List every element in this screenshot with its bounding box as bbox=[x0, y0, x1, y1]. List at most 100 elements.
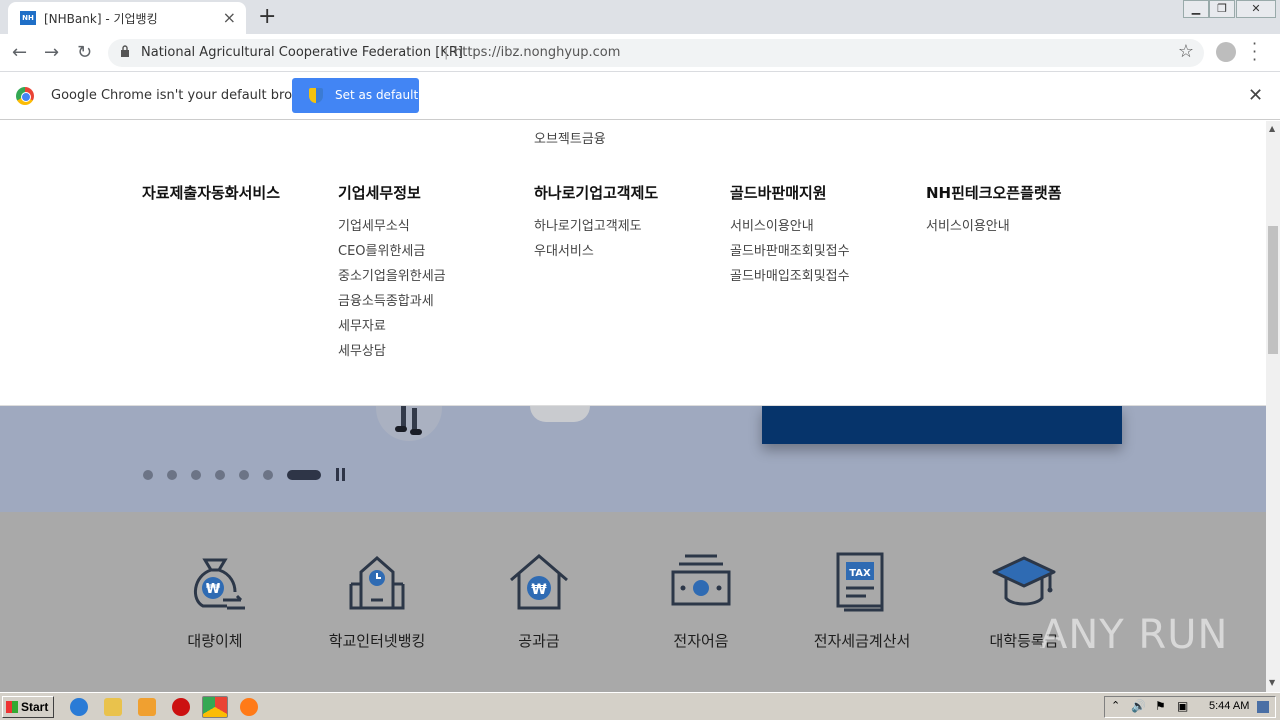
hero-banner bbox=[0, 406, 1266, 512]
svg-text:₩: ₩ bbox=[206, 582, 221, 597]
minimize-window-button[interactable]: ▁ bbox=[1183, 0, 1209, 18]
svg-text:TAX: TAX bbox=[849, 568, 871, 579]
page-content: ₩ 대량이체 학교인터넷뱅킹 ₩ 공과금 전자어음 TAX 전자세금계산서 대학… bbox=[0, 121, 1266, 692]
forward-icon[interactable]: → bbox=[44, 42, 59, 63]
chrome-logo-icon bbox=[16, 87, 34, 105]
menu-item[interactable]: 골드바매입조회및접수 bbox=[730, 265, 850, 284]
house-won-icon: ₩ bbox=[510, 554, 568, 610]
media-player-icon[interactable] bbox=[138, 698, 156, 716]
tax-document-icon: TAX bbox=[836, 552, 884, 612]
url-text[interactable]: https://ibz.nonghyup.com bbox=[454, 45, 620, 60]
illustration-object bbox=[530, 406, 590, 422]
service-label: 대량이체 bbox=[187, 632, 243, 650]
menu-item-object-finance[interactable]: 오브젝트금융 bbox=[534, 128, 606, 147]
service-utility-bills[interactable]: ₩ 공과금 bbox=[459, 512, 619, 692]
ie-icon[interactable] bbox=[70, 698, 88, 716]
set-as-default-button[interactable]: Set as default bbox=[292, 78, 419, 113]
carousel-dot[interactable] bbox=[167, 470, 177, 480]
chrome-menu-icon[interactable]: · · · bbox=[1252, 36, 1257, 68]
tab-close-icon[interactable]: × bbox=[223, 8, 236, 27]
security-org-label: National Agricultural Cooperative Federa… bbox=[141, 45, 463, 60]
carousel-dot[interactable] bbox=[263, 470, 273, 480]
service-bulk-transfer[interactable]: ₩ 대량이체 bbox=[135, 512, 295, 692]
show-desktop-icon[interactable] bbox=[1257, 701, 1269, 713]
service-e-tax-invoice[interactable]: TAX 전자세금계산서 bbox=[782, 512, 942, 692]
service-electronic-note[interactable]: 전자어음 bbox=[621, 512, 781, 692]
quick-services: ₩ 대량이체 학교인터넷뱅킹 ₩ 공과금 전자어음 TAX 전자세금계산서 대학… bbox=[0, 512, 1266, 692]
anyrun-watermark: ANY RUN bbox=[1040, 612, 1229, 658]
carousel-dot[interactable] bbox=[143, 470, 153, 480]
profile-avatar-icon[interactable] bbox=[1216, 42, 1236, 62]
chrome-taskbar-icon[interactable] bbox=[202, 696, 228, 718]
tab-title: [NHBank] - 기업뱅킹 bbox=[44, 12, 158, 26]
menu-item[interactable]: 골드바판매조회및접수 bbox=[730, 240, 850, 259]
graduation-cap-icon bbox=[992, 556, 1056, 606]
carousel-dot[interactable] bbox=[287, 470, 321, 480]
set-as-default-label: Set as default bbox=[335, 88, 419, 102]
carousel-dot[interactable] bbox=[215, 470, 225, 480]
service-label: 공과금 bbox=[518, 632, 560, 650]
menu-heading[interactable]: NH핀테크오픈플랫폼 bbox=[926, 182, 1062, 203]
menu-item[interactable]: 중소기업을위한세금 bbox=[338, 265, 446, 284]
restore-window-button[interactable]: ❐ bbox=[1209, 0, 1235, 18]
carousel-dot[interactable] bbox=[239, 470, 249, 480]
system-tray: ⌃ 🔊 ⚑ ▣ 5:44 AM bbox=[1104, 696, 1276, 718]
folder-icon[interactable] bbox=[104, 698, 122, 716]
browser-tab[interactable]: NH [NHBank] - 기업뱅킹 × bbox=[8, 2, 246, 34]
menu-item[interactable]: 세무자료 bbox=[338, 315, 386, 334]
svg-text:₩: ₩ bbox=[531, 582, 547, 598]
back-icon[interactable]: ← bbox=[12, 42, 27, 63]
tray-expand-icon[interactable]: ⌃ bbox=[1111, 699, 1120, 712]
infobar-close-icon[interactable]: ✕ bbox=[1248, 85, 1263, 106]
carousel-pause-icon[interactable] bbox=[336, 468, 346, 481]
flag-icon[interactable]: ⚑ bbox=[1155, 699, 1166, 713]
service-school-banking[interactable]: 학교인터넷뱅킹 bbox=[297, 512, 457, 692]
default-browser-infobar: Google Chrome isn't your default browser… bbox=[0, 72, 1280, 120]
tab-strip: NH [NHBank] - 기업뱅킹 × + ▁ ❐ ✕ bbox=[0, 0, 1280, 34]
infobar-message: Google Chrome isn't your default browser bbox=[51, 88, 323, 103]
menu-item[interactable]: 세무상담 bbox=[338, 340, 386, 359]
menu-heading[interactable]: 골드바판매지원 bbox=[730, 182, 827, 203]
school-clock-icon bbox=[349, 556, 405, 610]
service-university-tuition[interactable]: 대학등록금 bbox=[944, 512, 1104, 692]
menu-heading[interactable]: 자료제출자동화서비스 bbox=[142, 182, 280, 203]
network-icon[interactable]: ▣ bbox=[1177, 699, 1188, 713]
mega-menu: 오브젝트금융 자료제출자동화서비스 기업세무정보 기업세무소식 CEO를위한세금… bbox=[0, 121, 1266, 406]
service-label: 전자세금계산서 bbox=[813, 632, 911, 650]
menu-item[interactable]: 금융소득종합과세 bbox=[338, 290, 434, 309]
scroll-down-icon[interactable]: ▼ bbox=[1269, 678, 1275, 687]
menu-item[interactable]: CEO를위한세금 bbox=[338, 240, 425, 259]
start-label: Start bbox=[21, 700, 49, 714]
firefox-icon[interactable] bbox=[240, 698, 258, 716]
uac-shield-icon bbox=[309, 88, 323, 103]
service-label: 전자어음 bbox=[673, 632, 729, 650]
banknote-icon bbox=[671, 554, 731, 606]
omnibox-separator: | bbox=[444, 45, 449, 60]
menu-item[interactable]: 기업세무소식 bbox=[338, 215, 410, 234]
close-window-button[interactable]: ✕ bbox=[1236, 0, 1276, 18]
windows-flag-icon bbox=[6, 701, 18, 713]
scroll-up-icon[interactable]: ▲ bbox=[1269, 124, 1275, 133]
volume-icon[interactable]: 🔊 bbox=[1131, 699, 1146, 713]
nh-favicon-icon: NH bbox=[20, 11, 36, 25]
menu-item[interactable]: 우대서비스 bbox=[534, 240, 594, 259]
start-button[interactable]: Start bbox=[2, 696, 54, 718]
banner-panel bbox=[762, 406, 1122, 444]
menu-heading[interactable]: 하나로기업고객제도 bbox=[534, 182, 658, 203]
bookmark-star-icon[interactable]: ☆ bbox=[1178, 41, 1194, 62]
lock-icon bbox=[121, 45, 129, 57]
browser-toolbar: ← → ↻ National Agricultural Cooperative … bbox=[0, 34, 1280, 72]
address-bar[interactable]: National Agricultural Cooperative Federa… bbox=[108, 39, 1204, 67]
reload-icon[interactable]: ↻ bbox=[77, 42, 92, 63]
menu-item[interactable]: 서비스이용안내 bbox=[926, 215, 1010, 234]
opera-icon[interactable] bbox=[172, 698, 190, 716]
new-tab-icon[interactable]: + bbox=[258, 4, 276, 29]
windows-taskbar: Start ⌃ 🔊 ⚑ ▣ 5:44 AM bbox=[0, 692, 1280, 720]
menu-item[interactable]: 서비스이용안내 bbox=[730, 215, 814, 234]
scrollbar-thumb[interactable] bbox=[1268, 226, 1278, 354]
carousel-dot[interactable] bbox=[191, 470, 201, 480]
menu-item[interactable]: 하나로기업고객제도 bbox=[534, 215, 642, 234]
page-scrollbar[interactable]: ▲ ▼ bbox=[1266, 121, 1280, 692]
menu-heading[interactable]: 기업세무정보 bbox=[338, 182, 421, 203]
illustration-figure bbox=[395, 406, 425, 435]
